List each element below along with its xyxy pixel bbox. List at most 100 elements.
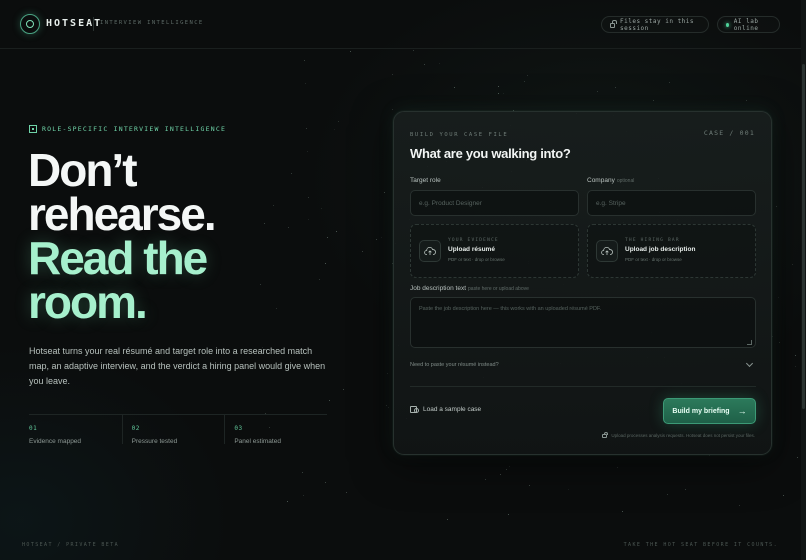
jd-text-label: Job description text paste here or upload…: [410, 285, 529, 292]
case-file-card: BUILD YOUR CASE FILE CASE / 001 What are…: [393, 111, 772, 455]
load-sample-button[interactable]: Load a sample case: [410, 406, 481, 413]
jd-text-label-text: Job description text: [410, 285, 467, 292]
lock-icon: [602, 432, 608, 438]
star-dot: [302, 471, 304, 473]
star-dot: [386, 372, 388, 374]
textarea-resize-handle[interactable]: [747, 340, 752, 345]
star-dot: [779, 342, 781, 344]
hero-eyebrow-label: ROLE-SPECIFIC INTERVIEW INTELLIGENCE: [42, 125, 227, 133]
star-dot: [685, 489, 687, 491]
star-dot: [526, 74, 528, 76]
stat-label: Pressure tested: [131, 438, 178, 445]
star-dot: [667, 493, 669, 495]
star-dot: [775, 205, 777, 207]
star-dot: [738, 505, 740, 507]
target-role-label: Target role: [410, 177, 441, 184]
company-label: Company optional: [587, 177, 634, 184]
ai-status-pill: AI lab online: [717, 16, 780, 33]
headline-line-1: Don’t: [28, 144, 138, 196]
star-dot: [485, 479, 487, 481]
star-dot: [792, 263, 794, 265]
brand-tagline: INTERVIEW INTELLIGENCE: [100, 20, 204, 26]
logo-icon[interactable]: [20, 14, 40, 34]
top-header: HOTSEAT INTERVIEW INTELLIGENCE Files sta…: [0, 0, 806, 49]
star-dot: [794, 354, 796, 356]
upload-resume-kicker: YOUR EVIDENCE: [448, 238, 499, 243]
card-divider: [410, 386, 756, 387]
upload-resume-title: Upload résumé: [448, 246, 495, 253]
star-dot: [668, 82, 670, 83]
star-dot: [413, 50, 415, 51]
star-dot: [438, 63, 440, 65]
star-dot: [615, 86, 617, 88]
footer-left: HOTSEAT / PRIVATE BETA: [22, 542, 120, 548]
case-number: CASE / 001: [703, 129, 755, 137]
star-dot: [384, 192, 386, 194]
card-title: What are you walking into?: [410, 146, 571, 161]
star-dot: [304, 60, 306, 62]
star-dot: [424, 64, 426, 66]
star-dot: [350, 51, 352, 53]
puzzle-icon: [410, 406, 419, 413]
star-dot: [385, 405, 387, 407]
build-briefing-label: Build my briefing: [672, 407, 730, 415]
build-briefing-button[interactable]: Build my briefing →: [663, 398, 756, 424]
paste-resume-toggle-label: Need to paste your résumé instead?: [410, 362, 499, 368]
upload-jd-title: Upload job description: [625, 246, 696, 253]
ai-status-label: AI lab online: [733, 17, 759, 32]
load-sample-label: Load a sample case: [423, 406, 482, 413]
star-dot: [346, 491, 348, 493]
star-dot: [782, 494, 784, 496]
session-status-pill: Files stay in this session: [601, 16, 709, 33]
star-dot: [498, 92, 500, 94]
star-dot: [333, 129, 335, 130]
star-dot: [287, 500, 289, 502]
star-dot: [337, 120, 339, 122]
stat-number: 03: [234, 425, 243, 432]
status-dot-icon: [726, 22, 729, 27]
star-dot: [328, 399, 330, 401]
upload-cloud-icon: [419, 240, 441, 262]
company-input[interactable]: [587, 190, 756, 216]
star-dot: [794, 366, 796, 368]
star-dot: [304, 82, 306, 84]
stat-number: 02: [131, 425, 140, 432]
star-dot: [772, 335, 774, 337]
stat-item: 01 Evidence mapped: [29, 415, 122, 445]
hero-headline: Don’t rehearse. Read the room.: [28, 144, 358, 325]
star-dot: [447, 519, 449, 521]
star-dot: [596, 91, 598, 93]
star-dot: [507, 514, 509, 516]
stat-item: 03 Panel estimated: [224, 415, 327, 445]
star-dot: [303, 494, 304, 496]
brand-divider: [93, 17, 94, 31]
star-dot: [376, 238, 378, 240]
star-dot: [497, 86, 499, 88]
hero-eyebrow: ROLE-SPECIFIC INTERVIEW INTELLIGENCE: [29, 125, 226, 133]
page-scrollbar[interactable]: [801, 0, 806, 560]
star-dot: [529, 485, 531, 487]
stat-item: 02 Pressure tested: [121, 415, 225, 445]
stat-label: Evidence mapped: [29, 438, 82, 445]
privacy-note: Upload processes analysis requests. Hots…: [602, 432, 755, 438]
headline-line-3: Read the: [28, 232, 208, 284]
star-dot: [653, 99, 655, 101]
star-dot: [380, 237, 382, 239]
upload-jd-hint: PDF or text · drop or browse: [625, 257, 682, 262]
chevron-down-icon: [745, 359, 754, 368]
upload-resume-dropzone[interactable]: YOUR EVIDENCE Upload résumé PDF or text …: [410, 224, 579, 278]
star-dot: [499, 473, 501, 475]
hero-stats: 01 Evidence mapped 02 Pressure tested 03…: [29, 414, 327, 445]
scan-icon: [29, 125, 37, 133]
target-role-input[interactable]: [410, 190, 579, 216]
headline-line-2: rehearse.: [28, 188, 217, 240]
scrollbar-thumb[interactable]: [802, 64, 805, 409]
star-dot: [387, 406, 389, 408]
star-dot: [508, 465, 510, 467]
upload-job-description-dropzone[interactable]: THE HIRING BAR Upload job description PD…: [587, 224, 756, 278]
paste-resume-toggle[interactable]: Need to paste your résumé instead?: [410, 358, 756, 372]
hero-lede: Hotseat turns your real résumé and targe…: [29, 346, 326, 386]
arrow-right-icon: →: [737, 405, 747, 416]
job-description-textarea[interactable]: [410, 297, 756, 348]
star-dot: [622, 511, 624, 513]
